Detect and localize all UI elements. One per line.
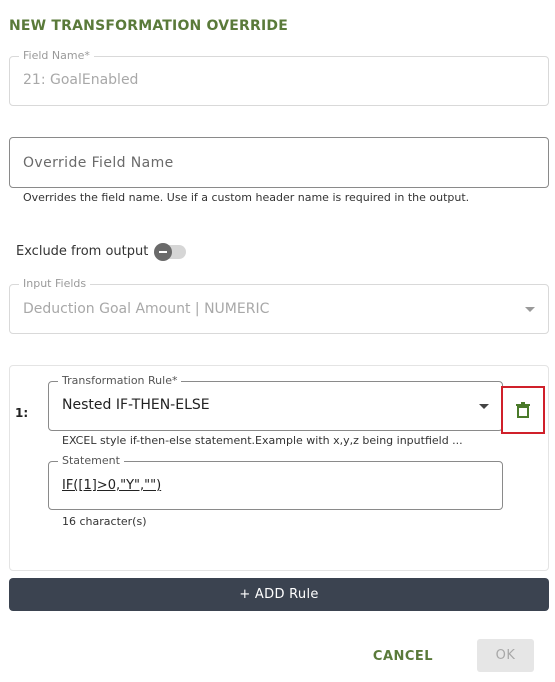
input-fields-label: Input Fields	[19, 277, 91, 291]
override-field-name-helper: Overrides the field name. Use if a custo…	[23, 191, 470, 204]
override-field-name-input[interactable]: Override Field Name	[9, 137, 549, 188]
statement-value: IF([1]>0,"Y","")	[62, 478, 162, 493]
cancel-button[interactable]: CANCEL	[366, 641, 440, 671]
caret-down-icon	[479, 404, 489, 409]
delete-rule-button[interactable]	[501, 386, 545, 434]
transformation-rule-select[interactable]: Transformation Rule* Nested IF-THEN-ELSE	[48, 374, 503, 431]
toggle-knob	[154, 243, 172, 261]
statement-label: Statement	[58, 454, 124, 468]
override-field-name-placeholder: Override Field Name	[23, 155, 174, 171]
exclude-from-output-label: Exclude from output	[16, 244, 149, 259]
statement-input[interactable]: Statement IF([1]>0,"Y","")	[48, 454, 503, 510]
transformation-rule-value: Nested IF-THEN-ELSE	[62, 397, 210, 413]
field-name-value: 21: GoalEnabled	[23, 72, 139, 88]
input-fields-select: Input Fields Deduction Goal Amount | NUM…	[9, 277, 549, 334]
exclude-from-output-toggle[interactable]	[154, 243, 186, 261]
rule-index: 1:	[15, 406, 29, 420]
caret-down-icon	[525, 307, 535, 312]
ok-button[interactable]: OK	[477, 639, 534, 672]
input-fields-value: Deduction Goal Amount | NUMERIC	[23, 301, 270, 317]
statement-char-count: 16 character(s)	[62, 515, 147, 528]
transformation-rule-label: Transformation Rule*	[58, 374, 182, 388]
field-name-field: Field Name* 21: GoalEnabled	[9, 49, 549, 106]
transformation-rule-description: EXCEL style if-then-else statement.Examp…	[62, 434, 463, 447]
field-name-label: Field Name*	[19, 49, 94, 63]
trash-icon	[516, 402, 530, 418]
add-rule-button[interactable]: + ADD Rule	[9, 578, 549, 611]
dialog-title: NEW TRANSFORMATION OVERRIDE	[9, 18, 289, 34]
